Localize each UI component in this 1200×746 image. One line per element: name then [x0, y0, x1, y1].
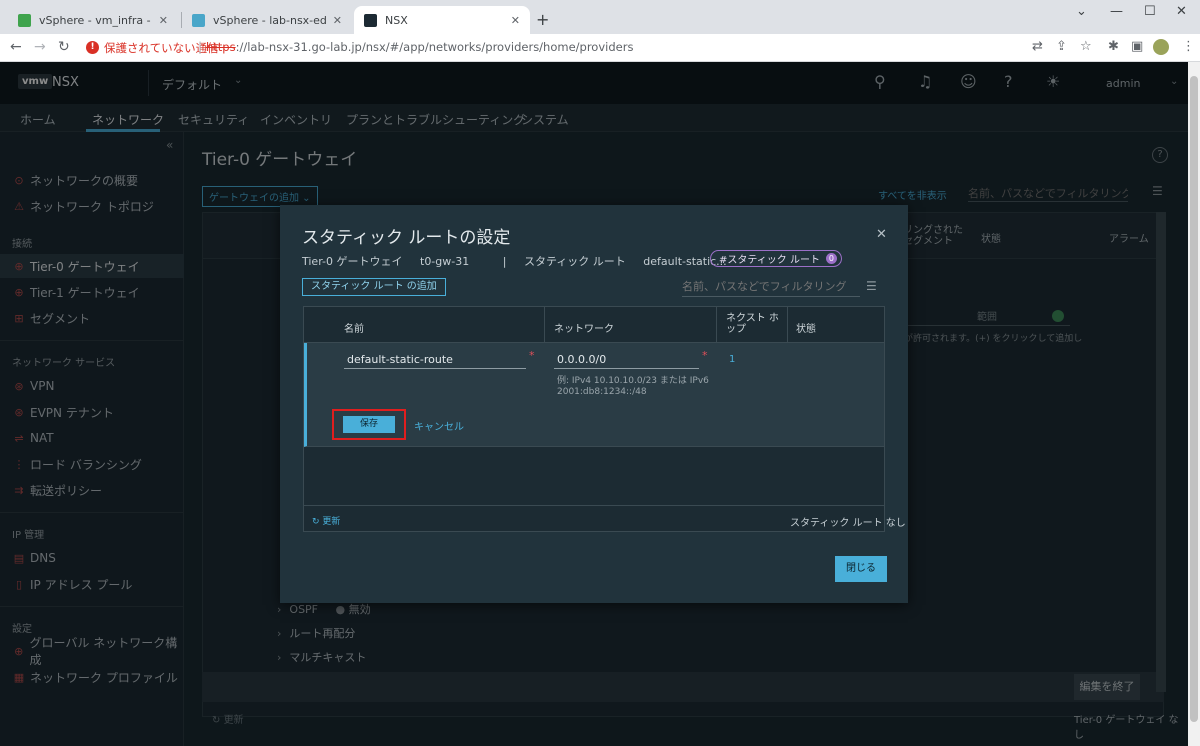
side-panel-icon[interactable]: ▣	[1131, 39, 1143, 54]
browser-menu-icon[interactable]: ⋮	[1182, 39, 1195, 54]
route-edit-row: * * 例: IPv4 10.10.10.0/23 または IPv6 2001:…	[304, 343, 884, 447]
not-secure-icon[interactable]: !	[86, 41, 99, 54]
close-tab-icon[interactable]: ✕	[333, 14, 342, 27]
page-scrollbar[interactable]	[1188, 62, 1200, 746]
route-name-input[interactable]	[344, 351, 526, 368]
crumb-separator: |	[502, 255, 507, 268]
filter-icon[interactable]: ☰	[866, 279, 877, 293]
modal-breadcrumb: Tier-0 ゲートウェイ t0-gw-31 | スタティック ルート defa…	[302, 253, 741, 269]
route-table-header: 名前 ネットワーク ネクスト ホップ 状態	[304, 307, 884, 343]
translate-icon[interactable]: ⇄	[1032, 39, 1043, 54]
forward-icon[interactable]: →	[34, 39, 46, 55]
share-icon[interactable]: ⇪	[1056, 39, 1067, 54]
crumb-gateway-name: t0-gw-31	[420, 255, 470, 268]
close-tab-icon[interactable]: ✕	[159, 14, 168, 27]
crumb-static-route: スタティック ルート	[523, 255, 626, 268]
network-input[interactable]	[554, 351, 699, 368]
tab-search-icon[interactable]: ⌄	[1076, 4, 1087, 19]
crumb-gateway-type: Tier-0 ゲートウェイ	[302, 255, 403, 268]
new-tab-button[interactable]: +	[536, 10, 549, 29]
nsx-favicon-icon	[364, 13, 377, 27]
browser-tab-bar: vSphere - vm_infra - サマリ ✕ vSphere - lab…	[0, 0, 1200, 34]
vsphere-favicon-icon	[192, 13, 205, 27]
route-filter-input[interactable]	[682, 277, 860, 295]
next-hop-count-link[interactable]: 1	[729, 354, 735, 365]
cancel-button[interactable]: キャンセル	[414, 418, 464, 433]
back-icon[interactable]: ←	[10, 39, 22, 55]
static-route-modal: スタティック ルートの設定 ✕ Tier-0 ゲートウェイ t0-gw-31 |…	[280, 205, 908, 603]
add-static-route-button[interactable]: スタティック ルート の追加	[302, 278, 446, 296]
url-separator: |	[198, 40, 203, 54]
column-name: 名前	[344, 324, 364, 335]
browser-tab-vsphere-infra[interactable]: vSphere - vm_infra - サマリ ✕	[8, 6, 178, 34]
close-modal-button[interactable]: 閉じる	[835, 556, 887, 582]
required-marker: *	[529, 349, 535, 362]
column-divider	[787, 307, 788, 343]
static-route-table: 名前 ネットワーク ネクスト ホップ 状態 * * 例: IPv4 10.10.…	[303, 306, 906, 532]
vsphere-favicon-icon	[18, 13, 31, 27]
column-network: ネットワーク	[554, 324, 614, 335]
close-icon[interactable]: ✕	[876, 227, 887, 242]
route-refresh-button[interactable]: ↻ 更新	[312, 514, 340, 527]
column-status: 状態	[796, 324, 816, 335]
column-divider	[716, 307, 717, 343]
column-next-hop: ネクスト ホップ	[726, 313, 779, 335]
page-scroll-thumb[interactable]	[1190, 76, 1198, 722]
network-field[interactable]	[554, 351, 699, 369]
maximize-icon[interactable]: ☐	[1144, 4, 1156, 19]
modal-title: スタティック ルートの設定	[302, 228, 511, 248]
reload-icon[interactable]: ↻	[58, 39, 70, 55]
url-path: ://lab-nsx-31.go-lab.jp/nsx/#/app/networ…	[235, 40, 634, 54]
minimize-icon[interactable]: —	[1110, 4, 1123, 19]
url-scheme: https	[206, 40, 236, 54]
tag-count-badge: 0	[825, 253, 837, 264]
browser-tab-nsx[interactable]: NSX ✕	[354, 6, 530, 34]
extensions-icon[interactable]: ✱	[1108, 39, 1119, 54]
route-name-field[interactable]	[344, 351, 526, 369]
address-bar: ← → ↻ ! 保護されていない通信 | https://lab-nsx-31.…	[0, 34, 1200, 62]
route-count: スタティック ルート なし	[790, 518, 906, 529]
table-footer-divider	[304, 505, 884, 506]
route-filter-field[interactable]	[682, 277, 860, 297]
window-close-icon[interactable]: ✕	[1176, 4, 1187, 19]
network-hint: 例: IPv4 10.10.10.0/23 または IPv6 2001:db8:…	[557, 376, 709, 397]
required-marker: *	[702, 349, 708, 362]
save-button[interactable]: 保存	[343, 416, 395, 433]
browser-tab-vsphere-edge[interactable]: vSphere - lab-nsx-edge-31 - サマリ ✕	[182, 6, 352, 34]
column-divider	[544, 307, 545, 343]
close-tab-icon[interactable]: ✕	[511, 14, 520, 27]
url-field[interactable]: https://lab-nsx-31.go-lab.jp/nsx/#/app/n…	[206, 40, 633, 54]
static-route-tag: #スタティック ルート 0	[710, 250, 842, 267]
profile-avatar[interactable]	[1153, 39, 1169, 55]
bookmark-star-icon[interactable]: ☆	[1080, 39, 1092, 54]
